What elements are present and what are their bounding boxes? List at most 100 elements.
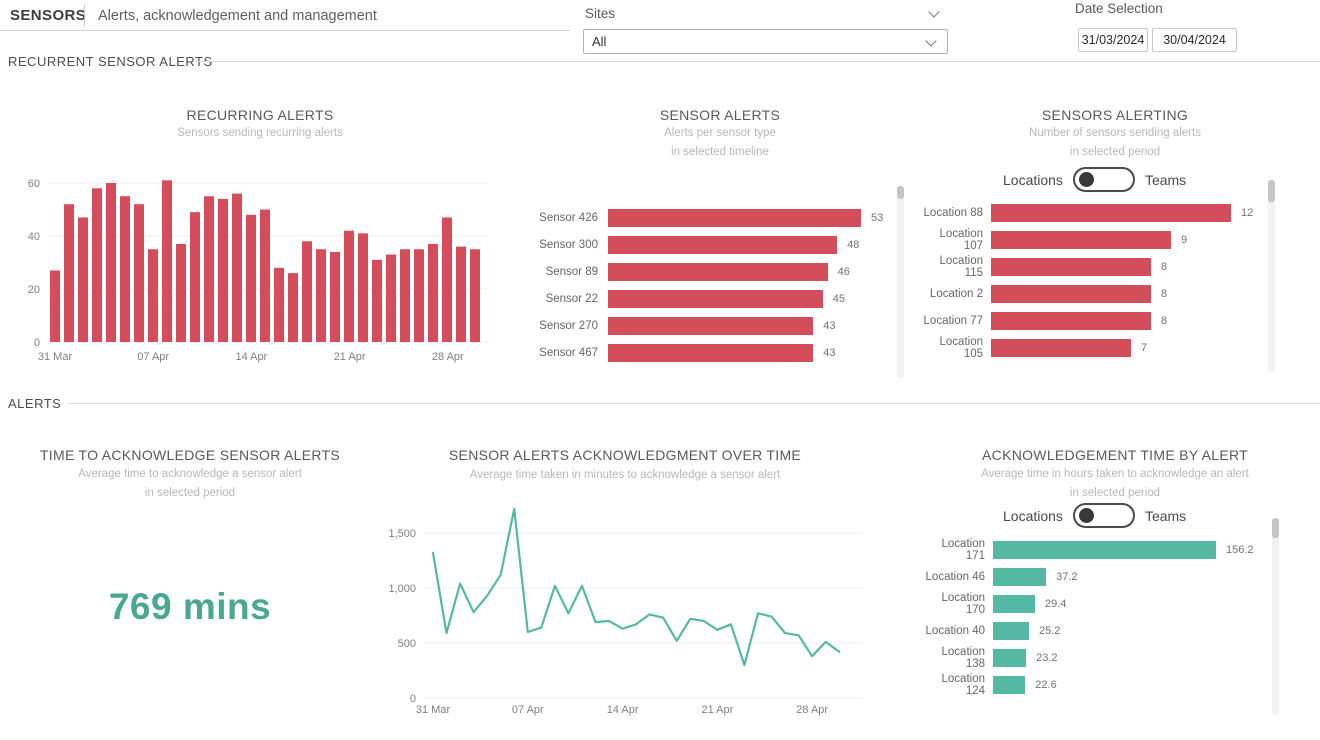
bar[interactable] [428, 244, 438, 342]
bar[interactable] [993, 568, 1046, 586]
date-from-input[interactable]: 31/03/2024 [1078, 28, 1148, 52]
category-label: Location 138 [920, 646, 993, 670]
bar[interactable] [372, 260, 382, 342]
bar-row: Location 778 [920, 307, 1253, 334]
bar[interactable] [288, 273, 298, 342]
bar[interactable] [386, 255, 396, 342]
bar[interactable] [993, 541, 1216, 559]
scrollbar[interactable] [1272, 518, 1279, 715]
bar[interactable] [316, 249, 326, 342]
y-axis-label: 0 [34, 337, 40, 349]
bar[interactable] [232, 194, 242, 342]
bar[interactable] [442, 217, 452, 342]
chart-subtitle: Average time taken in minutes to acknowl… [380, 469, 870, 481]
bar[interactable] [50, 270, 60, 342]
bar[interactable] [991, 258, 1151, 276]
chart-title: ACKNOWLEDGEMENT TIME BY ALERT [920, 447, 1310, 463]
bar[interactable] [993, 676, 1025, 694]
bar[interactable] [134, 204, 144, 342]
bar[interactable] [176, 244, 186, 342]
scrollbar[interactable] [1268, 180, 1275, 372]
toggle-left-label[interactable]: Locations [1003, 172, 1063, 188]
bar[interactable] [608, 290, 823, 308]
bar[interactable] [148, 249, 158, 342]
bar[interactable] [400, 249, 410, 342]
bar[interactable] [456, 247, 466, 342]
bar[interactable] [302, 241, 312, 342]
page-subtitle: Alerts, acknowledgement and management [98, 8, 377, 24]
scrollbar-thumb[interactable] [897, 186, 904, 199]
bar-row: Sensor 8946 [530, 258, 883, 285]
locations-teams-toggle-row: Locations Teams [1003, 503, 1186, 528]
value-label: 8 [1161, 315, 1167, 327]
chevron-down-icon[interactable] [928, 6, 939, 17]
bar-row: Location 1158 [920, 253, 1253, 280]
category-label: Sensor 467 [530, 347, 608, 359]
bar[interactable] [358, 233, 368, 342]
bar-row: Sensor 42653 [530, 204, 883, 231]
toggle-left-label[interactable]: Locations [1003, 508, 1063, 524]
bar[interactable] [608, 236, 837, 254]
bar[interactable] [991, 204, 1231, 222]
bar[interactable] [991, 285, 1151, 303]
line-series[interactable] [433, 509, 839, 665]
bar[interactable] [64, 204, 74, 342]
bar[interactable] [260, 210, 270, 343]
section-recurrent-sensor-alerts: RECURRENT SENSOR ALERTS [8, 54, 213, 69]
sensor-alerts-chart: Sensor 42653Sensor 30048Sensor 8946Senso… [530, 204, 883, 366]
bar[interactable] [78, 217, 88, 342]
value-label: 29.4 [1045, 598, 1066, 610]
bar-row: Location 28 [920, 280, 1253, 307]
bar[interactable] [993, 595, 1035, 613]
category-label: Location 124 [920, 673, 993, 697]
card-ack-time-by-alert: ACKNOWLEDGEMENT TIME BY ALERT Average ti… [920, 430, 1310, 730]
value-label: 156.2 [1226, 544, 1254, 556]
value-label: 53 [871, 212, 883, 224]
header-underline [0, 30, 570, 31]
chart-title: SENSOR ALERTS ACKNOWLEDGMENT OVER TIME [380, 447, 870, 463]
date-to-input[interactable]: 30/04/2024 [1152, 28, 1237, 52]
scrollbar-thumb[interactable] [1272, 518, 1279, 538]
chart-subtitle: in selected period [920, 487, 1310, 499]
bar[interactable] [993, 649, 1026, 667]
bar[interactable] [993, 622, 1029, 640]
bar[interactable] [190, 212, 200, 342]
bar[interactable] [470, 249, 480, 342]
value-label: 43 [823, 320, 835, 332]
bar[interactable] [120, 196, 130, 342]
x-axis-label: 31 Mar [38, 351, 73, 363]
bar-row: Location 1057 [920, 334, 1253, 361]
sites-dropdown[interactable]: All [583, 29, 948, 54]
bar[interactable] [344, 231, 354, 342]
bar[interactable] [991, 312, 1151, 330]
bar[interactable] [106, 183, 116, 342]
locations-teams-toggle[interactable] [1073, 167, 1135, 192]
x-axis-label: 14 Apr [235, 351, 267, 363]
bar[interactable] [204, 196, 214, 342]
value-label: 8 [1161, 288, 1167, 300]
x-axis-label: 07 Apr [137, 351, 169, 363]
bar[interactable] [414, 249, 424, 342]
bar[interactable] [608, 344, 813, 362]
value-label: 46 [838, 266, 850, 278]
ack-time-by-alert-chart: Location 171156.2Location 4637.2Location… [920, 536, 1254, 698]
bar[interactable] [330, 252, 340, 342]
page-title: SENSORS [10, 7, 86, 24]
toggle-right-label[interactable]: Teams [1145, 172, 1186, 188]
bar[interactable] [608, 317, 813, 335]
bar[interactable] [274, 268, 284, 342]
toggle-right-label[interactable]: Teams [1145, 508, 1186, 524]
scrollbar-thumb[interactable] [1268, 180, 1275, 202]
bar[interactable] [246, 215, 256, 342]
scrollbar[interactable] [897, 186, 904, 378]
category-label: Location 46 [920, 571, 993, 583]
value-label: 23.2 [1036, 652, 1057, 664]
bar[interactable] [92, 188, 102, 342]
bar[interactable] [218, 199, 228, 342]
bar[interactable] [991, 231, 1171, 249]
bar[interactable] [991, 339, 1131, 357]
bar[interactable] [162, 180, 172, 342]
bar[interactable] [608, 209, 861, 227]
locations-teams-toggle[interactable] [1073, 503, 1135, 528]
bar[interactable] [608, 263, 828, 281]
